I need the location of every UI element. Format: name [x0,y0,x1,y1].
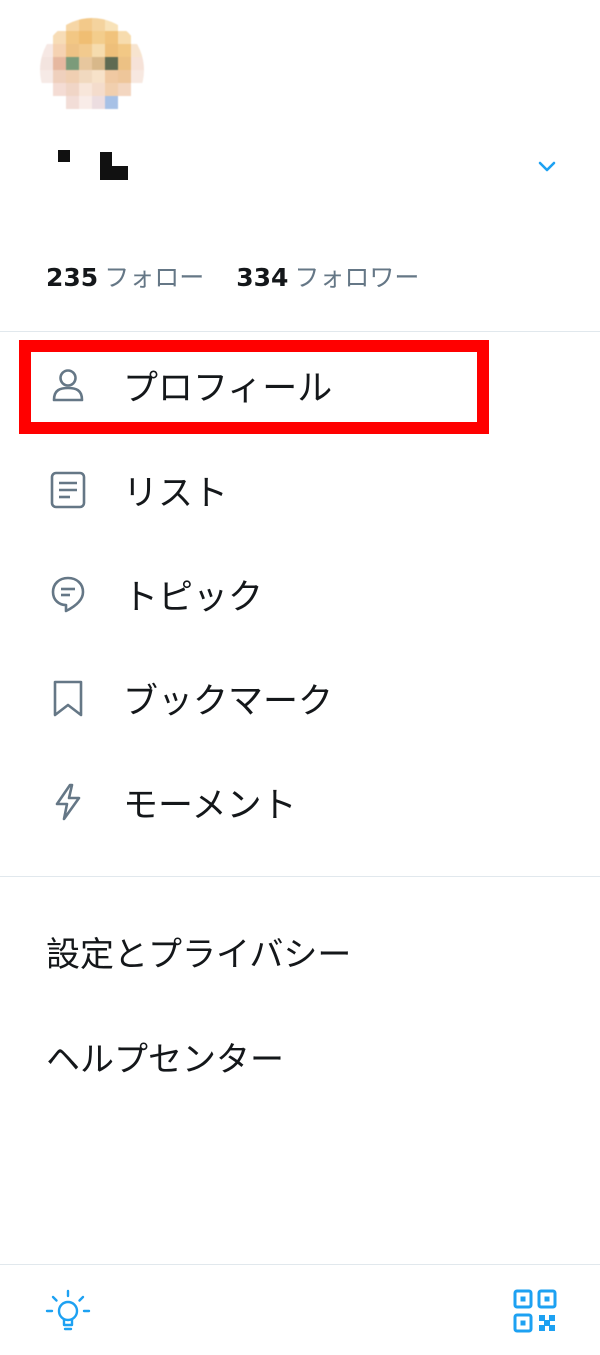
topic-icon [46,572,90,616]
divider [0,331,600,332]
following-stat[interactable]: 235 フォロー [46,258,204,294]
bookmark-icon [46,676,90,720]
avatar[interactable] [40,18,144,122]
menu-item-label: プロフィール [123,368,333,409]
followers-stat[interactable]: 334 フォロワー [236,258,419,294]
list-icon [46,468,90,512]
divider [0,876,600,877]
menu-item-label: ブックマーク [123,681,334,722]
following-count: 235 [46,263,99,292]
help-center-link[interactable]: ヘルプセンター [46,1032,284,1081]
menu-item-bookmarks[interactable]: ブックマーク [0,653,600,743]
menu-item-topics[interactable]: トピック [0,549,600,639]
follow-stats: 235 フォロー 334 フォロワー [46,258,419,294]
person-icon [46,363,90,407]
chevron-down-icon[interactable] [535,154,559,178]
display-name [56,146,146,186]
settings-privacy-link[interactable]: 設定とプライバシー [46,927,351,976]
menu-item-label: リスト [123,473,229,514]
menu-item-moments[interactable]: モーメント [0,757,600,847]
following-label: フォロー [104,263,205,292]
lightbulb-icon[interactable] [44,1287,92,1335]
menu-item-lists[interactable]: リスト [0,445,600,535]
followers-label: フォロワー [294,263,420,292]
lightning-icon [46,780,90,824]
menu-item-label: モーメント [123,785,297,826]
followers-count: 334 [236,263,289,292]
menu-item-profile[interactable]: プロフィール [0,340,600,430]
qr-code-icon[interactable] [513,1289,557,1333]
menu-item-label: トピック [123,577,264,618]
